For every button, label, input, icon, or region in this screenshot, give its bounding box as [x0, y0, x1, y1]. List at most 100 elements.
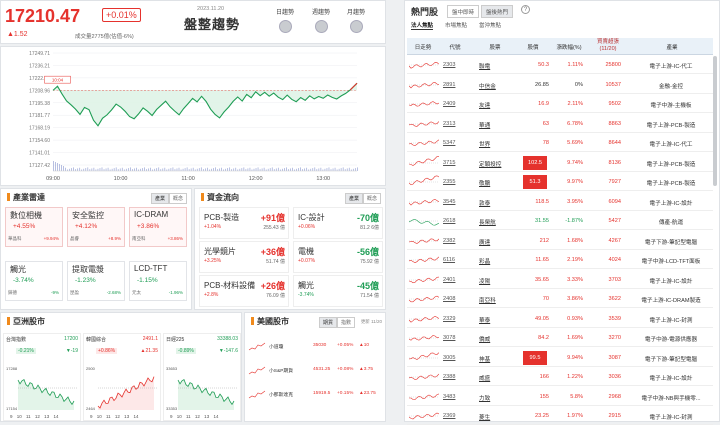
stock-change-percent: 1.97%: [567, 413, 583, 419]
stock-row[interactable]: 2303 聯電 50.3 1.11% 25800 電子上游-IC-代工: [407, 56, 713, 75]
monthly-trend-button[interactable]: 月趨勢: [341, 7, 371, 33]
stock-name[interactable]: 僑威: [479, 335, 511, 343]
stock-name[interactable]: 力致: [479, 394, 511, 402]
tab-intraday[interactable]: 盤中即時: [447, 5, 480, 18]
asia-market-card[interactable]: 台灣指數 17200 -0.21% ▼-19 17288 17154 9 10 11 12 …: [3, 333, 81, 421]
stock-row[interactable]: 3005 神基 99.5 9.94% 3087 電子下游-筆記型電腦: [407, 349, 713, 367]
stock-name[interactable]: 聯電: [479, 62, 511, 70]
stock-name[interactable]: 神基: [479, 355, 511, 363]
stock-row[interactable]: 3078 僑威 84.2 1.69% 3270 電子中游-電源供應器: [407, 329, 713, 348]
stock-row[interactable]: 2891 中信金 26.85 0% 10537 金融-金控: [407, 76, 713, 94]
tab-industry[interactable]: 產業: [150, 193, 169, 204]
stock-industry: 電子中游-主機板: [650, 103, 692, 109]
stock-row[interactable]: 6116 彩晶 11.65 2.19% 4024 電子中游-LCD-TFT面板: [407, 251, 713, 270]
stock-name[interactable]: 凌陽: [479, 277, 511, 285]
tab-market-focus[interactable]: 市場焦點: [445, 21, 467, 29]
stock-code[interactable]: 2303: [443, 62, 467, 68]
stock-name[interactable]: 敬鵬: [479, 179, 511, 187]
sector-card[interactable]: 提取電漿 -1.23% 昆盈 -2.68%: [67, 261, 125, 301]
col-net-buy[interactable]: 買賣超張 (11/20): [591, 39, 625, 53]
stock-code[interactable]: 2409: [443, 101, 467, 107]
sector-card[interactable]: 觸光 -3.74% 錸德 -9%: [5, 261, 63, 301]
stock-row[interactable]: 2329 華泰 49.05 0.93% 3539 電子上游-IC-封測: [407, 310, 713, 328]
flow-card[interactable]: 電機 -56億 +0.07% 75.92 億: [293, 241, 383, 273]
tab-institutional[interactable]: 法人焦點: [411, 21, 434, 30]
stock-row[interactable]: 2388 威盛 166 1.22% 3036 電子上游-IC-設計: [407, 368, 713, 387]
stock-code[interactable]: 2388: [443, 374, 467, 380]
volume-bar: [184, 168, 186, 171]
stock-code[interactable]: 2891: [443, 82, 467, 88]
asia-market-card[interactable]: 韓國綜合 2491.1 +0.86% ▲21.35 2500 2464 9 10 11 12…: [83, 333, 161, 421]
us-index-row[interactable]: 小道瓊 35030 +0.05% ▲10: [247, 337, 383, 357]
stock-code[interactable]: 2618: [443, 218, 467, 224]
stock-row[interactable]: 2355 敬鵬 51.3 9.97% 7927 電子上游-PCB-製造: [407, 173, 713, 192]
stock-row[interactable]: 2369 菱生 23.25 1.97% 2915 電子上游-IC-封測: [407, 407, 713, 425]
stock-code[interactable]: 5347: [443, 140, 467, 146]
volume-bar: [215, 167, 216, 171]
tab-futures[interactable]: 期貨: [318, 317, 337, 328]
stock-name[interactable]: 華通: [479, 121, 511, 129]
weekly-trend-button[interactable]: 週趨勢: [306, 7, 336, 33]
flow-card[interactable]: 光學鏡片 +36億 +3.25% 51.74 億: [199, 241, 289, 273]
tab-after-hours[interactable]: 盤後熱門: [481, 5, 514, 18]
sector-card[interactable]: IC-DRAM +3.86% 南亞科 +3.86%: [129, 207, 187, 247]
sector-card[interactable]: LCD-TFT -1.15% 元太 -1.96%: [129, 261, 187, 301]
daily-trend-button[interactable]: 日趨勢: [270, 7, 300, 33]
flow-card[interactable]: PCB-材料設備 +26億 +2.8% 76.09 億: [199, 275, 289, 307]
stock-name[interactable]: 菱生: [479, 413, 511, 421]
us-index-row[interactable]: 小S&P期貨 4531.25 +0.08% ▲3.75: [247, 361, 383, 381]
flow-card[interactable]: 觸光 -45億 -3.74% 71.54 億: [293, 275, 383, 307]
stock-name[interactable]: 廣達: [479, 238, 511, 246]
stock-row[interactable]: 2409 友達 16.9 2.11% 9502 電子中游-主機板: [407, 95, 713, 114]
tab-concept[interactable]: 概念: [168, 193, 187, 204]
stock-name[interactable]: 長榮航: [479, 218, 511, 226]
scrollbar[interactable]: [713, 56, 717, 186]
stock-name[interactable]: 彩晶: [479, 257, 511, 265]
stock-code[interactable]: 2382: [443, 238, 467, 244]
help-icon[interactable]: ?: [521, 5, 530, 14]
stock-code[interactable]: 3078: [443, 335, 467, 341]
stock-code[interactable]: 3715: [443, 160, 467, 166]
stock-row[interactable]: 5347 世界 78 5.69% 8644 電子上游-IC-代工: [407, 134, 713, 153]
stock-code[interactable]: 2369: [443, 413, 467, 419]
stock-row[interactable]: 2401 凌陽 35.65 3.33% 3703 電子上游-IC-設計: [407, 271, 713, 289]
us-index-row[interactable]: 小那斯達克 15919.5 +0.15% ▲23.75: [247, 385, 383, 405]
stock-code[interactable]: 2355: [443, 179, 467, 185]
stock-row[interactable]: 2382 廣達 212 1.68% 4267 電子下游-筆記型電腦: [407, 232, 713, 250]
stock-code[interactable]: 3483: [443, 394, 467, 400]
stock-code[interactable]: 2401: [443, 277, 467, 283]
stock-code[interactable]: 3545: [443, 199, 467, 205]
sector-percent: -1.15%: [137, 277, 158, 284]
tab-concept[interactable]: 概念: [362, 193, 381, 204]
stock-row[interactable]: 3545 敦泰 118.5 3.95% 6094 電子上游-IC-設計: [407, 193, 713, 211]
stock-name[interactable]: 敦泰: [479, 199, 511, 207]
flow-card[interactable]: PCB-製造 +91億 +1.04% 255.43 億: [199, 207, 289, 239]
stock-name[interactable]: 世界: [479, 140, 511, 148]
stock-code[interactable]: 2329: [443, 316, 467, 322]
stock-code[interactable]: 6116: [443, 257, 467, 263]
stock-code[interactable]: 2313: [443, 121, 467, 127]
volume-bar: [190, 168, 192, 171]
intraday-chart[interactable]: 17249.7117236.2117222.5417208.9617195.38…: [1, 47, 385, 185]
stock-name[interactable]: 友達: [479, 101, 511, 109]
stock-name[interactable]: 南亞科: [479, 296, 511, 304]
stock-name[interactable]: 定穎投控: [479, 160, 511, 168]
stock-row[interactable]: 3715 定穎投控 102.5 9.74% 8136 電子上游-PCB-製造: [407, 154, 713, 172]
stock-name[interactable]: 中信金: [479, 82, 511, 90]
stock-name[interactable]: 威盛: [479, 374, 511, 382]
asia-market-card[interactable]: 日經225 33388.03 -0.89% ▼-147.6 33653 33353 9 10…: [163, 333, 241, 421]
stock-row[interactable]: 2618 長榮航 31.55 -1.87% 5427 傳產-航運: [407, 212, 713, 231]
sector-card[interactable]: 安全監控 +4.12% 晶睿 +8.9%: [67, 207, 125, 247]
sparkline-low-label: 2464: [86, 406, 96, 411]
tab-industry[interactable]: 產業: [344, 193, 363, 204]
stock-code[interactable]: 3005: [443, 355, 467, 361]
stock-name[interactable]: 華泰: [479, 316, 511, 324]
stock-code[interactable]: 2408: [443, 296, 467, 302]
tab-index[interactable]: 指數: [336, 317, 355, 328]
tab-daytrade-focus[interactable]: 當沖焦點: [479, 21, 501, 29]
sector-card[interactable]: 數位相機 +4.55% 華晶科 +9.94%: [5, 207, 63, 247]
stock-row[interactable]: 2313 華通 63 6.78% 8863 電子上游-PCB-製造: [407, 115, 713, 133]
stock-row[interactable]: 3483 力致 155 5.8% 2968 電子中游-NB與手機零...: [407, 388, 713, 406]
flow-card[interactable]: IC-設計 -70億 +0.06% 81.2 6億: [293, 207, 383, 239]
stock-row[interactable]: 2408 南亞科 70 3.86% 3622 電子上游-IC-DRAM製造: [407, 290, 713, 309]
